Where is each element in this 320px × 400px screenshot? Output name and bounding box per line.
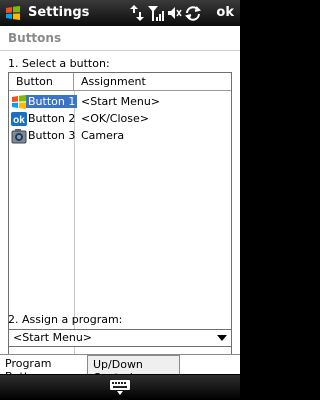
tab-strip: Program Buttons Up/Down Control bbox=[0, 354, 240, 384]
content-area: 1. Select a button: Button Assignment Bu… bbox=[0, 51, 240, 359]
list-item[interactable]: Button 3 Camera bbox=[9, 128, 231, 144]
program-dropdown[interactable]: <Start Menu> bbox=[8, 329, 232, 347]
keyboard-icon[interactable] bbox=[109, 379, 131, 396]
button-name: Button 1 bbox=[26, 95, 78, 108]
svg-text:ok: ok bbox=[13, 115, 25, 126]
volume-icon bbox=[168, 7, 182, 19]
camera-icon bbox=[11, 129, 27, 144]
button-assignment: <OK/Close> bbox=[81, 112, 149, 125]
column-header-assignment[interactable]: Assignment bbox=[74, 73, 231, 91]
status-icons[interactable] bbox=[128, 5, 212, 21]
ok-icon: ok bbox=[11, 112, 27, 126]
chevron-down-icon[interactable] bbox=[217, 335, 227, 341]
signal-icon bbox=[148, 6, 164, 21]
page-header: Buttons bbox=[0, 26, 240, 51]
button-assignment: Camera bbox=[81, 129, 125, 142]
tab-up-down-control[interactable]: Up/Down Control bbox=[88, 355, 180, 384]
windows-flag-icon bbox=[12, 95, 26, 109]
button-name: Button 3 bbox=[28, 129, 76, 142]
sync-icon bbox=[185, 6, 201, 21]
page-title: Buttons bbox=[8, 31, 62, 45]
list-item[interactable]: ok Button 2 <OK/Close> bbox=[9, 111, 231, 127]
program-dropdown-value: <Start Menu> bbox=[13, 331, 93, 344]
button-name: Button 2 bbox=[28, 112, 76, 125]
button-assignment: <Start Menu> bbox=[81, 95, 161, 108]
list-item[interactable]: Button 1 <Start Menu> bbox=[9, 94, 231, 110]
start-flag-icon[interactable] bbox=[5, 5, 21, 21]
bottom-menu-bar bbox=[0, 375, 240, 400]
data-arrows-icon bbox=[130, 5, 144, 21]
list-header: Button Assignment bbox=[9, 73, 231, 91]
column-header-button[interactable]: Button bbox=[9, 73, 74, 91]
tab-program-buttons[interactable]: Program Buttons bbox=[0, 355, 88, 383]
title-bar: Settings ok bbox=[0, 0, 240, 26]
assign-program-label: 2. Assign a program: bbox=[8, 313, 123, 326]
window-title: Settings bbox=[28, 5, 90, 20]
select-button-label: 1. Select a button: bbox=[8, 57, 110, 70]
ok-button[interactable]: ok bbox=[216, 5, 234, 20]
